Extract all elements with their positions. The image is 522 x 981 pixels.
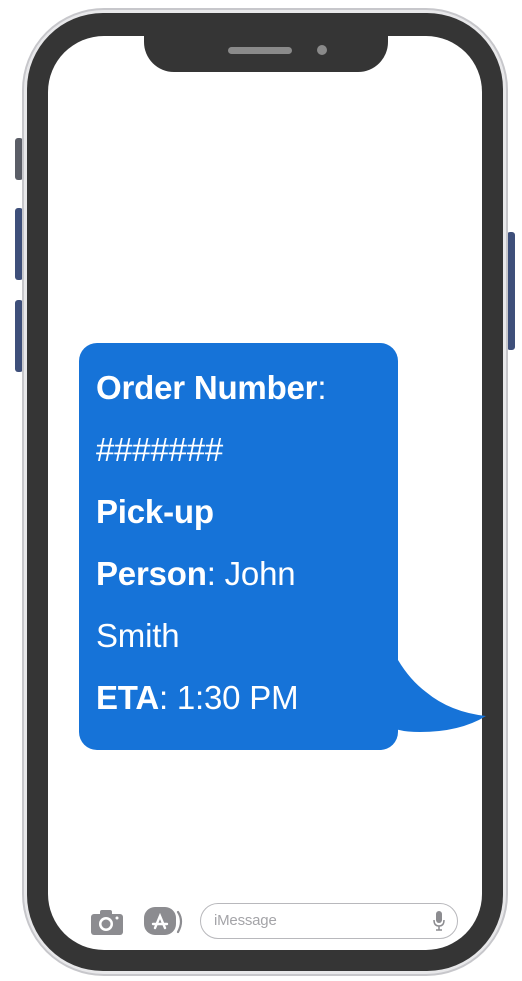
pickup-label-part2: Person [96, 555, 207, 592]
eta-line: ETA: 1:30 PM [96, 667, 398, 729]
pickup-person-first: John [215, 555, 296, 592]
power-button [507, 232, 515, 350]
pickup-label-part1: Pick-up [96, 493, 214, 530]
speaker-grille [228, 47, 292, 54]
app-store-icon[interactable] [143, 906, 185, 938]
message-bubble[interactable]: Order Number: ####### Pick-up Person: Jo… [79, 343, 398, 750]
microphone-icon[interactable] [433, 911, 445, 931]
eta-label: ETA [96, 679, 159, 716]
eta-colon: : [158, 679, 168, 716]
imessage-placeholder: iMessage [214, 912, 277, 929]
imessage-input[interactable]: iMessage [200, 903, 458, 939]
camera-icon[interactable] [90, 908, 124, 936]
order-number-value: ####### [96, 431, 224, 468]
eta-value: 1:30 PM [167, 679, 299, 716]
pickup-person-line: Person: John [96, 543, 398, 605]
order-number-label: Order Number [96, 369, 318, 406]
phone-mockup: Order Number: ####### Pick-up Person: Jo… [0, 0, 522, 981]
pickup-colon: : [206, 555, 216, 592]
order-number-colon: : [317, 369, 327, 406]
order-number-line: Order Number: [96, 357, 398, 419]
front-camera [317, 45, 327, 55]
pickup-person-last: Smith [96, 617, 180, 654]
pickup-label-line: Pick-up [96, 481, 398, 543]
